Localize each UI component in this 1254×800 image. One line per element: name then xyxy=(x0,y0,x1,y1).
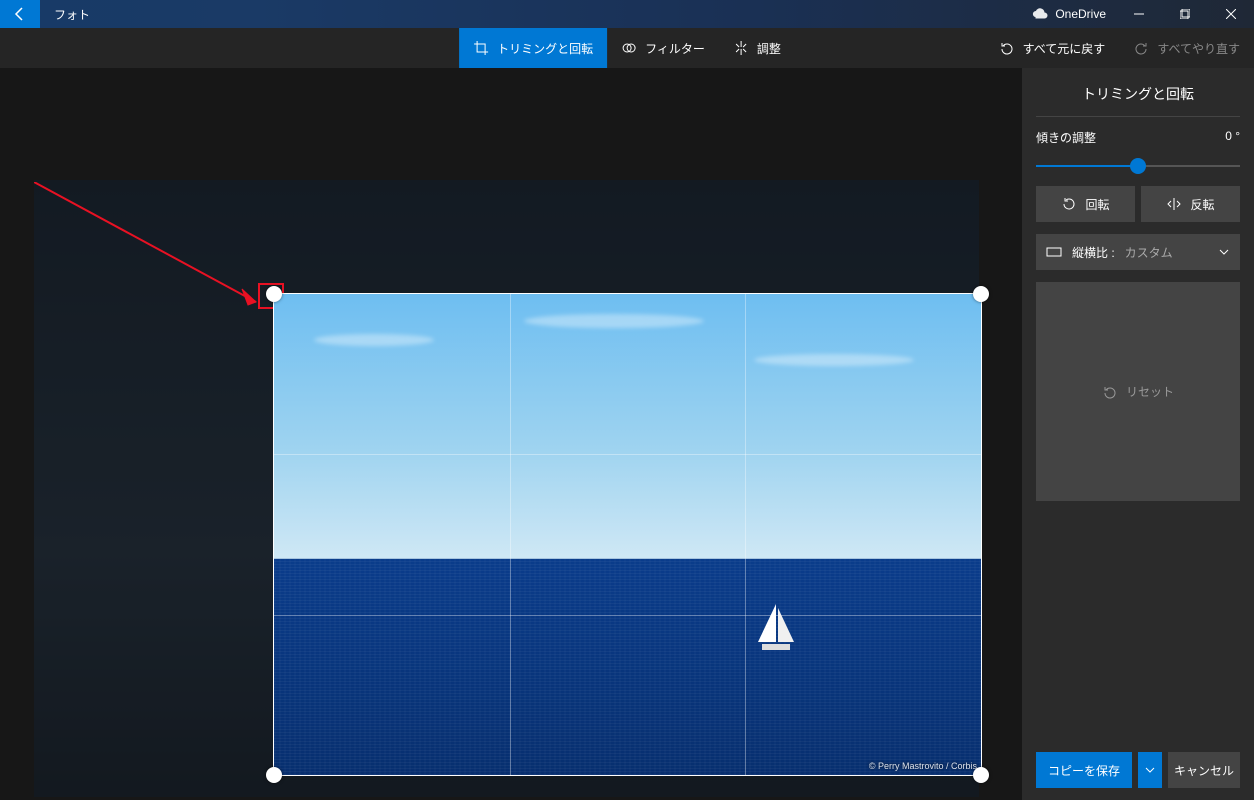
filter-icon xyxy=(621,40,637,56)
reset-label: リセット xyxy=(1126,383,1174,400)
onedrive-button[interactable]: OneDrive xyxy=(1021,0,1116,28)
save-label: コピーを保存 xyxy=(1048,762,1120,779)
divider xyxy=(1036,116,1240,117)
minimize-icon xyxy=(1134,9,1144,19)
aspect-value: カスタム xyxy=(1125,244,1173,261)
slider-thumb[interactable] xyxy=(1130,158,1146,174)
redo-all-label: すべてやり直す xyxy=(1157,40,1240,57)
image-credit: © Perry Mastrovito / Corbis xyxy=(869,761,977,771)
annotation-arrow xyxy=(34,182,279,317)
redo-all-button[interactable]: すべてやり直す xyxy=(1119,28,1254,68)
reset-button[interactable]: リセット xyxy=(1036,282,1240,501)
sailboat xyxy=(754,602,800,662)
photo-image: © Perry Mastrovito / Corbis xyxy=(274,294,981,775)
tab-crop-rotate[interactable]: トリミングと回転 xyxy=(459,28,607,68)
maximize-button[interactable] xyxy=(1162,0,1208,28)
tilt-value: 0 ° xyxy=(1225,129,1240,146)
aspect-ratio-dropdown[interactable]: 縦横比 : カスタム xyxy=(1036,234,1240,270)
crop-handle-bl[interactable] xyxy=(266,767,282,783)
rotate-label: 回転 xyxy=(1085,196,1109,213)
tilt-label: 傾きの調整 xyxy=(1036,129,1096,146)
cloud-icon xyxy=(1031,5,1049,23)
crop-rectangle[interactable]: © Perry Mastrovito / Corbis xyxy=(274,294,981,775)
save-copy-dropdown[interactable] xyxy=(1138,752,1162,788)
toolbar: トリミングと回転 フィルター 調整 すべて元に戻す すべてやり直す xyxy=(0,28,1254,68)
title-bar: フォト OneDrive xyxy=(0,0,1254,28)
rotate-icon xyxy=(1061,196,1077,212)
body: © Perry Mastrovito / Corbis トリミングと回転 傾きの… xyxy=(0,68,1254,800)
restore-icon xyxy=(1180,9,1190,19)
tab-filter[interactable]: フィルター xyxy=(607,28,719,68)
onedrive-label: OneDrive xyxy=(1055,7,1106,21)
panel-title: トリミングと回転 xyxy=(1036,84,1240,104)
redo-icon xyxy=(1133,40,1149,56)
flip-button[interactable]: 反転 xyxy=(1141,186,1240,222)
arrow-left-icon xyxy=(12,6,28,22)
cancel-label: キャンセル xyxy=(1174,762,1234,779)
flip-label: 反転 xyxy=(1190,196,1214,213)
adjust-icon xyxy=(733,40,749,56)
chevron-down-icon xyxy=(1144,764,1156,776)
tab-filter-label: フィルター xyxy=(645,40,705,57)
crop-icon xyxy=(473,40,489,56)
back-button[interactable] xyxy=(0,0,40,28)
crop-handle-br[interactable] xyxy=(973,767,989,783)
app-title: フォト xyxy=(40,0,104,28)
side-panel: トリミングと回転 傾きの調整 0 ° 回転 反転 縦横比 : カスタム xyxy=(1022,68,1254,800)
crop-handle-tr[interactable] xyxy=(973,286,989,302)
undo-all-button[interactable]: すべて元に戻す xyxy=(985,28,1120,68)
minimize-button[interactable] xyxy=(1116,0,1162,28)
tab-crop-label: トリミングと回転 xyxy=(497,40,593,57)
tab-adjust[interactable]: 調整 xyxy=(719,28,795,68)
chevron-down-icon xyxy=(1218,246,1230,258)
close-icon xyxy=(1226,9,1236,19)
tab-adjust-label: 調整 xyxy=(757,40,781,57)
flip-icon xyxy=(1166,196,1182,212)
undo-all-label: すべて元に戻す xyxy=(1023,40,1106,57)
aspect-label: 縦横比 : xyxy=(1072,244,1115,261)
save-copy-button[interactable]: コピーを保存 xyxy=(1036,752,1132,788)
rotate-button[interactable]: 回転 xyxy=(1036,186,1135,222)
close-button[interactable] xyxy=(1208,0,1254,28)
cancel-button[interactable]: キャンセル xyxy=(1168,752,1240,788)
reset-icon xyxy=(1102,384,1118,400)
canvas-area[interactable]: © Perry Mastrovito / Corbis xyxy=(0,68,1022,800)
undo-icon xyxy=(999,40,1015,56)
aspect-icon xyxy=(1046,244,1062,260)
crop-handle-tl[interactable] xyxy=(266,286,282,302)
tilt-slider[interactable] xyxy=(1036,158,1240,174)
